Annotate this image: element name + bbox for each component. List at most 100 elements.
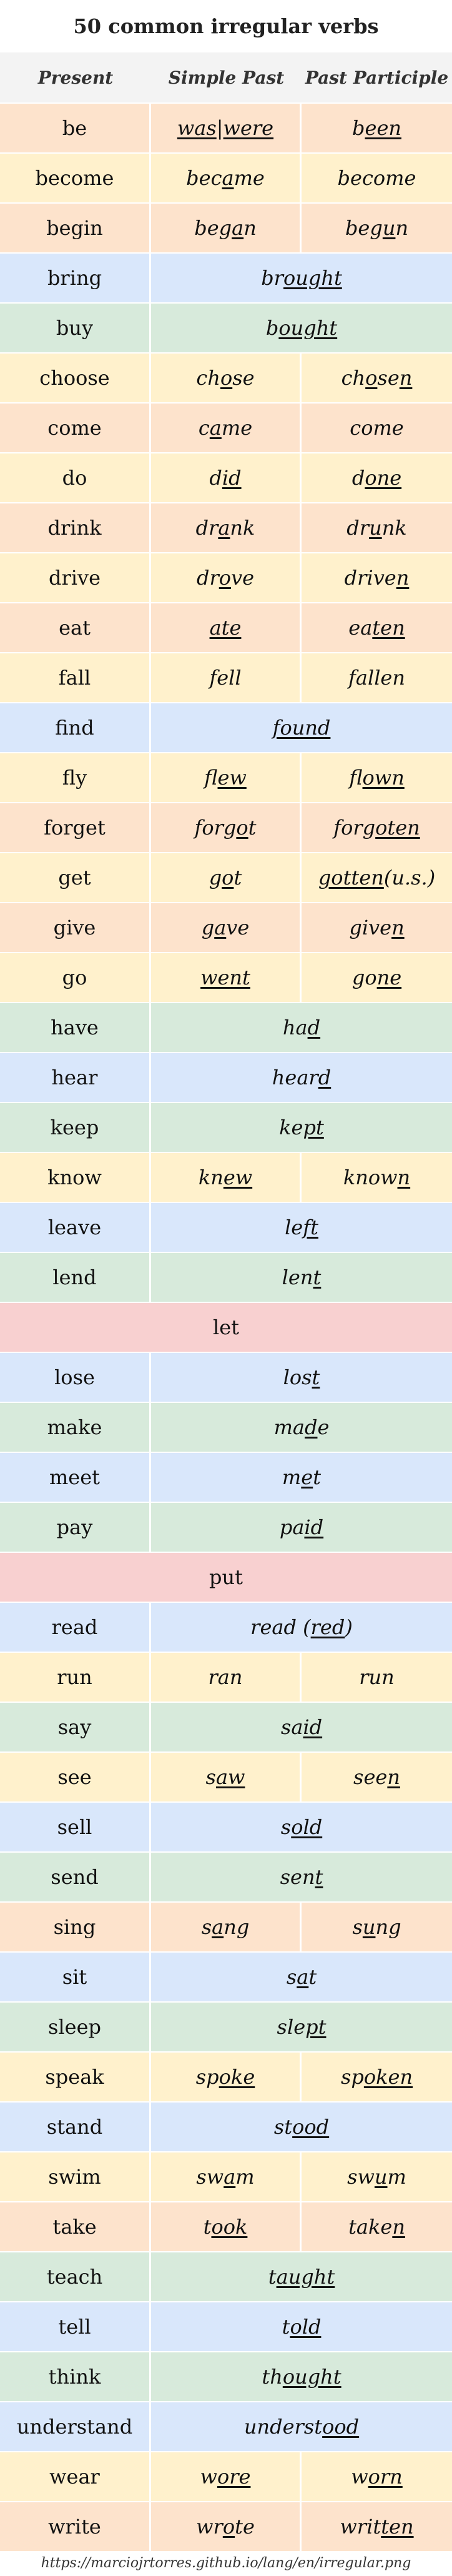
table-row: take t ook take n [0,2202,452,2252]
past-participle-cell: beg u n [302,204,452,254]
underlined-segment: ate [209,616,242,640]
table-row: go went go ne [0,953,452,1003]
table-row: come c a me come [0,404,452,453]
present-cell: see [0,1753,151,1803]
underlined-segment: d [305,1415,318,1439]
underlined-segment: t [315,1865,323,1889]
present-cell: meet [0,1453,151,1503]
simple-past-cell: went [151,953,302,1003]
text-segment: give [349,916,392,939]
present-cell: let [0,1303,452,1353]
simple-past-cell: dr o ve [151,553,302,603]
underlined-segment: ew [223,1166,253,1189]
text-segment: ran [208,1665,243,1689]
underlined-segment: n [399,366,413,390]
underlined-segment: oten [375,816,420,840]
past-participle-cell: b een [302,104,452,154]
table-row: keep ke pt [0,1103,452,1153]
underlined-segment: o [219,566,232,590]
text-segment: se [232,366,255,390]
text-segment: br [261,266,283,290]
underlined-segment: t [312,1365,320,1389]
simple-past-cell: fl ew [151,753,302,803]
text-segment: beg [194,216,232,240]
text-segment: t [203,2215,212,2239]
underlined-segment: old [291,1815,323,1839]
table-row: understand underst ood [0,2402,452,2452]
past-and-participle-cell: sen t [151,1853,452,1903]
past-and-participle-cell: sa id [151,1703,452,1753]
past-and-participle-cell: ke pt [151,1103,452,1153]
table-row: pay pa id [0,1503,452,1553]
past-participle-cell: come [302,404,452,453]
table-row: lose los t [0,1353,452,1403]
underlined-segment: a [212,1915,224,1939]
present-cell: stand [0,2103,151,2152]
present-cell: speak [0,2053,151,2103]
text-segment: know [343,1166,398,1189]
text-segment: ma [273,1415,305,1439]
present-cell: send [0,1853,151,1903]
present-cell: go [0,953,151,1003]
text-segment: ve [226,916,250,939]
text-segment: m [387,2165,406,2189]
underlined-segment: old [290,2315,322,2339]
text-segment: ch [341,366,366,390]
table-row: sell s old [0,1803,452,1853]
table-row: stand st ood [0,2103,452,2152]
underlined-segment: aught [276,2265,335,2289]
present-cell: know [0,1153,151,1203]
underlined-segment: ne [376,966,402,989]
present-cell: buy [0,304,151,354]
table-row: say sa id [0,1703,452,1753]
present-cell: write [0,2502,151,2552]
table-row: hear hear d [0,1053,452,1103]
underlined-segment: d [318,1066,332,1089]
underlined-segment: ook [211,2215,248,2239]
present-cell: lose [0,1353,151,1403]
past-and-participle-cell: b ought [151,304,452,354]
simple-past-cell: beg a n [151,204,302,254]
underlined-segment: n [397,1166,411,1189]
table-row: think th ought [0,2352,452,2402]
past-participle-cell: ch o se n [302,354,452,404]
text-segment: ) [345,1615,353,1639]
simple-past-cell: sw a m [151,2152,302,2202]
text-segment: m [235,2165,255,2189]
table-row: tell t old [0,2302,452,2352]
present-cell: have [0,1003,151,1053]
table-row: run ran run [0,1653,452,1703]
text-segment: ng [224,1915,250,1939]
text-segment: read ( [250,1615,311,1639]
table-row: forget forg o t forg oten [0,803,452,853]
present-cell: fly [0,753,151,803]
text-segment: ea [348,616,373,640]
present-cell: forget [0,803,151,853]
simple-past-cell: was | were [151,104,302,154]
simple-past-cell: forg o t [151,803,302,853]
table-row: drive dr o ve drive n [0,553,452,603]
text-segment: (u.s.) [383,866,436,889]
table-row: have ha d [0,1003,452,1053]
text-segment: t [233,866,242,889]
present-cell: come [0,404,151,453]
text-segment: wr [196,2515,223,2539]
text-segment: len [282,1266,313,1289]
table-row: leave le ft [0,1203,452,1253]
underlined-segment: een [365,116,401,140]
text-segment: nk [230,516,255,540]
table-row: fly fl ew fl own [0,753,452,803]
simple-past-cell: ran [151,1653,302,1703]
underlined-segment: pt [305,2015,327,2039]
present-cell: be [0,104,151,154]
header-past-participle: Past Participle [305,67,449,88]
table-row: give g a ve give n [0,903,452,953]
present-cell: bring [0,254,151,304]
text-segment: drive [344,566,396,590]
present-cell: become [0,154,151,204]
simple-past-cell: kn ew [151,1153,302,1203]
text-segment: s [201,1915,212,1939]
past-and-participle-cell: ma d e [151,1403,452,1453]
present-cell: understand [0,2402,151,2452]
present-cell: keep [0,1103,151,1153]
